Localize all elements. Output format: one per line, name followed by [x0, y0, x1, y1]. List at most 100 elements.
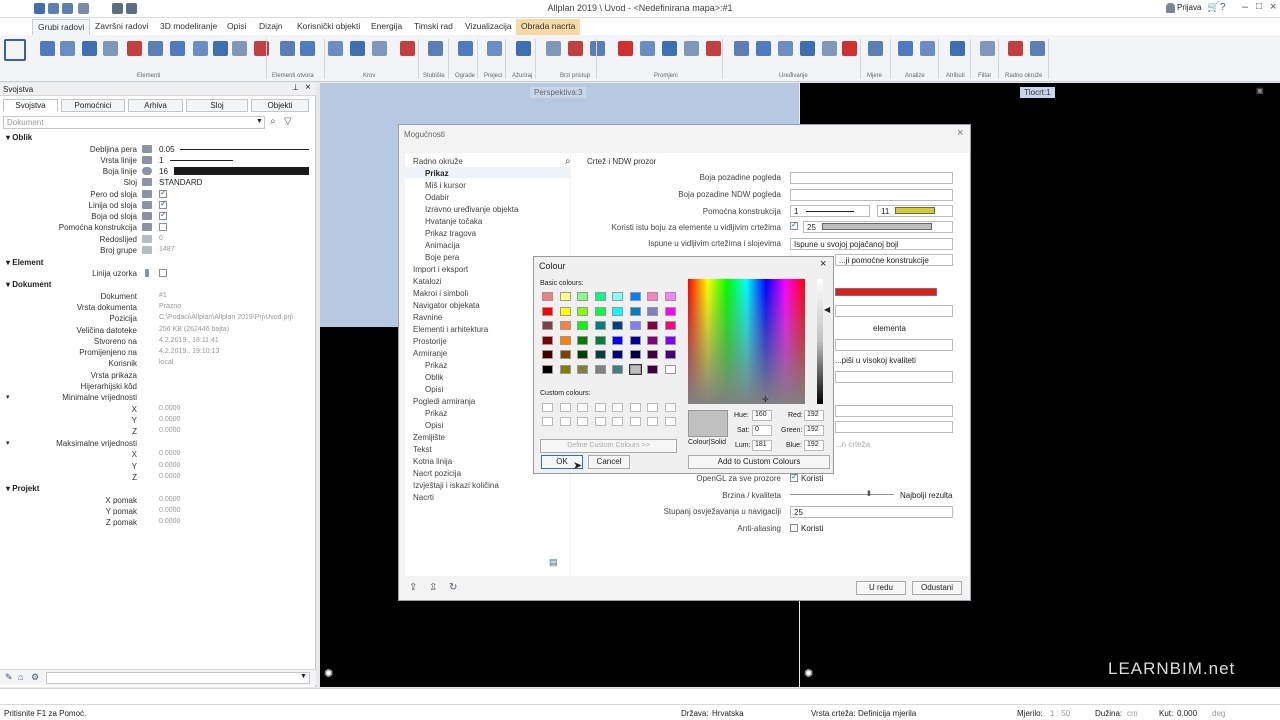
basic-colour-swatch[interactable] — [594, 321, 606, 330]
basic-colour-swatch[interactable] — [577, 350, 588, 359]
basic-colour-swatch[interactable] — [559, 335, 571, 345]
custom-colour-swatch[interactable] — [559, 417, 571, 426]
basic-colour-swatch[interactable] — [647, 321, 658, 330]
nav-item-8[interactable]: Animacija — [425, 241, 460, 250]
pin-icon[interactable]: ⊥ — [292, 83, 299, 92]
custom-colour-swatch[interactable] — [577, 403, 588, 412]
basic-colour-swatch[interactable] — [629, 292, 641, 301]
ribbon-tool-icon-12[interactable] — [280, 41, 295, 56]
ribbon-tool-icon-41[interactable] — [1008, 41, 1023, 56]
ribbon-tool-icon-33[interactable] — [800, 41, 815, 56]
ribbon-tool-icon-19[interactable] — [458, 41, 473, 56]
ribbon-tool-icon-42[interactable] — [1030, 41, 1045, 56]
refresh-rate-dropdown[interactable]: 25 — [790, 506, 953, 518]
bg-color-field[interactable] — [790, 172, 953, 184]
ribbon-tool-icon-20[interactable] — [487, 41, 502, 56]
min-expand-icon[interactable]: ▾ — [6, 393, 10, 401]
value-drzava[interactable]: Hrvatska — [712, 709, 744, 718]
pane-dropdown[interactable] — [46, 672, 310, 684]
viewport-maximize-icon[interactable]: ▣ — [1256, 86, 1264, 95]
basic-colour-swatch[interactable] — [647, 306, 658, 316]
options-cancel-button[interactable]: Odustani — [912, 581, 962, 595]
basic-colour-swatch[interactable] — [542, 306, 553, 316]
tab-obrada-nacrta[interactable]: Obrada nacrta — [516, 19, 581, 35]
ribbon-tool-icon-6[interactable] — [148, 41, 163, 56]
ribbon-tool-icon-24[interactable] — [590, 41, 605, 56]
ribbon-tool-icon-40[interactable] — [980, 41, 995, 56]
maximize-icon[interactable]: □ — [1256, 1, 1262, 12]
nav-item-4[interactable]: Odabir — [425, 193, 449, 202]
section-projekt[interactable]: ▾ Projekt — [6, 484, 39, 493]
cart-icon[interactable]: 🛒 — [1207, 2, 1219, 13]
tab-dizajn[interactable]: Dizajn — [259, 21, 283, 31]
basic-colour-swatch[interactable] — [664, 335, 676, 345]
nav-item-3[interactable]: Miš i kursor — [425, 181, 466, 190]
tab-timski-rad[interactable]: Timski rad — [414, 21, 453, 31]
basic-colour-swatch[interactable] — [559, 292, 571, 301]
basic-colour-swatch[interactable] — [612, 350, 623, 359]
filter-icon[interactable]: ▽ — [284, 116, 292, 127]
basic-colour-swatch[interactable] — [647, 335, 658, 345]
basic-colour-swatch[interactable] — [594, 306, 606, 316]
checkbox-boja-od-sloja[interactable] — [159, 210, 167, 220]
custom-colour-swatch[interactable] — [629, 417, 641, 426]
line-color-swatch[interactable] — [174, 167, 309, 175]
hue-sat-spectrum[interactable] — [688, 279, 805, 404]
highlight-color-swatch[interactable] — [835, 288, 937, 296]
nav-item-6[interactable]: Hvatanje točaka — [425, 217, 482, 226]
settings-icon[interactable]: ⚙ — [31, 672, 39, 683]
option-field-2[interactable] — [835, 405, 953, 417]
basic-colour-swatch[interactable] — [542, 335, 553, 345]
ribbon-tool-icon-35[interactable] — [842, 41, 857, 56]
section-dokument[interactable]: ▾ Dokument — [6, 280, 51, 289]
checkbox-linija-uzorka[interactable] — [159, 269, 167, 277]
nav-item-2[interactable]: Prikaz — [425, 169, 449, 178]
nav-item-15[interactable]: Elementi i arhitektura — [413, 325, 488, 334]
value-sloj[interactable]: STANDARD — [159, 178, 202, 187]
value-boja-linije[interactable]: 16 — [159, 167, 168, 176]
basic-colour-swatch[interactable] — [594, 364, 606, 374]
define-custom-button[interactable]: Define Custom Colours >> — [540, 439, 677, 453]
chevron-down-icon[interactable]: ▼ — [256, 118, 263, 125]
value-mjerilo[interactable]: 1 : 50 — [1050, 709, 1070, 718]
nav-item-29[interactable]: Nacrti — [413, 493, 434, 502]
ribbon-tool-icon-36[interactable] — [868, 41, 883, 56]
ribbon-tool-icon-31[interactable] — [756, 41, 771, 56]
ribbon-tool-icon-7[interactable] — [170, 41, 185, 56]
option-dropdown-1[interactable] — [835, 305, 953, 317]
custom-colour-swatch[interactable] — [664, 417, 676, 426]
reset-icon[interactable]: ↻ — [449, 582, 457, 593]
ribbon-tool-icon-2[interactable] — [60, 41, 75, 56]
custom-colour-swatch[interactable] — [664, 403, 676, 412]
tab-3d-modeliranje[interactable]: 3D modeliranje — [160, 21, 217, 31]
basic-colour-swatch[interactable] — [612, 364, 623, 374]
basic-colour-swatch[interactable] — [542, 292, 553, 301]
basic-colour-swatch[interactable] — [664, 306, 676, 316]
nav-item-20[interactable]: Opisi — [425, 385, 443, 394]
option-field-1[interactable] — [835, 339, 953, 351]
minimize-icon[interactable]: – — [1242, 1, 1248, 13]
basic-colour-swatch[interactable] — [647, 350, 658, 359]
nav-item-14[interactable]: Ravnine — [413, 313, 442, 322]
custom-colour-swatch[interactable] — [647, 403, 658, 412]
ribbon-tool-icon-29[interactable] — [706, 41, 721, 56]
ribbon-tool-icon-22[interactable] — [546, 41, 561, 56]
ribbon-tool-icon-26[interactable] — [640, 41, 655, 56]
nav-item-21[interactable]: Pogledi armiranja — [413, 397, 475, 406]
ribbon-tool-icon-8[interactable] — [193, 41, 208, 56]
ribbon-tool-icon-10[interactable] — [232, 41, 247, 56]
basic-colour-swatch[interactable] — [629, 321, 641, 330]
basic-colour-swatch[interactable] — [559, 321, 571, 330]
pencil-icon[interactable]: ✎ — [5, 672, 13, 683]
section-oblik[interactable]: ▾ Oblik — [6, 133, 32, 142]
basic-colour-swatch[interactable] — [628, 363, 642, 375]
ribbon-tool-icon-38[interactable] — [920, 41, 935, 56]
nav-item-12[interactable]: Makroi i simboli — [413, 289, 468, 298]
nav-item-16[interactable]: Prostorije — [413, 337, 447, 346]
colour-cancel-button[interactable]: Cancel — [588, 455, 630, 469]
basic-colour-swatch[interactable] — [542, 350, 553, 359]
nav-item-7[interactable]: Prikaz tragova — [425, 229, 476, 238]
lum-input[interactable]: 181 — [752, 440, 772, 451]
options-close-icon[interactable]: × — [957, 127, 963, 139]
viewport-nav-icon-3[interactable]: ✺ — [804, 667, 813, 680]
